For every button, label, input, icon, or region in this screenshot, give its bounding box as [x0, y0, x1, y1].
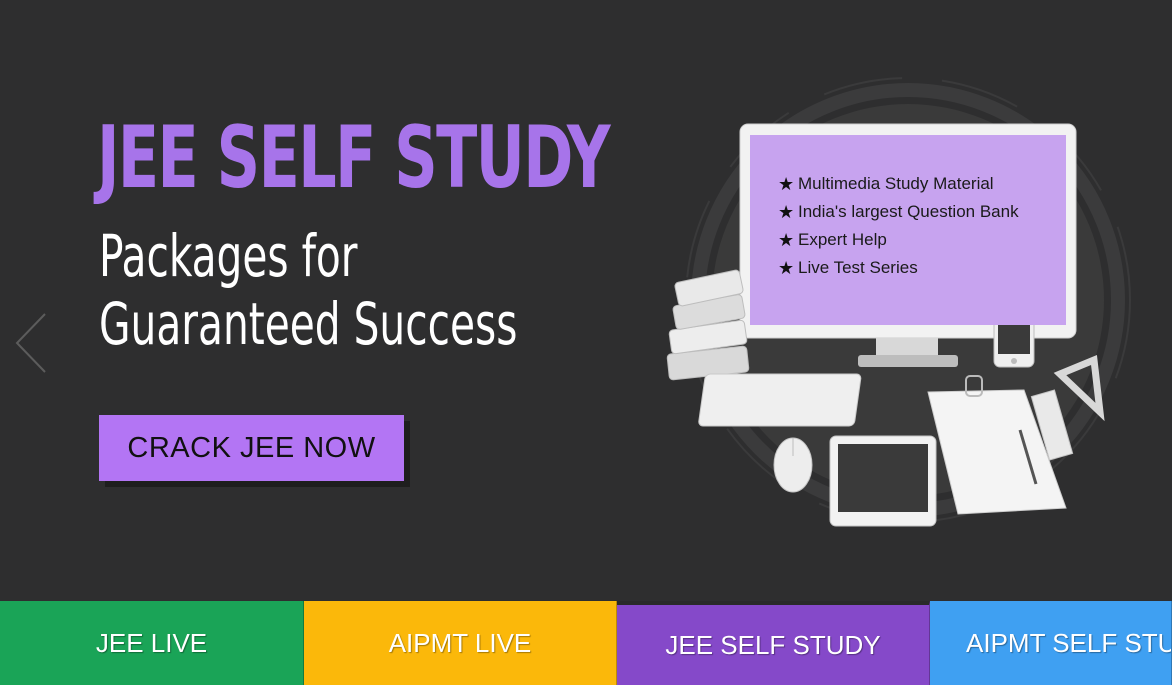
star-icon: ★ — [778, 201, 795, 222]
feature-item: ★ Expert Help — [778, 229, 887, 250]
tab-aipmt-live[interactable]: AIPMT LIVE — [304, 601, 617, 685]
hero-headline: JEE SELF STUDY — [97, 108, 611, 208]
books-icon — [666, 269, 750, 381]
tab-jee-self-study[interactable]: JEE SELF STUDY — [617, 601, 930, 685]
hero-subline: Packages for Guaranteed Success — [99, 222, 517, 358]
tab-aipmt-self-study[interactable]: AIPMT SELF STUDY — [930, 601, 1172, 685]
star-icon: ★ — [778, 257, 795, 278]
feature-item: ★ India's largest Question Bank — [778, 201, 1019, 222]
chevron-left-icon[interactable] — [14, 312, 48, 374]
crack-jee-now-button[interactable]: CRACK JEE NOW — [99, 415, 404, 481]
hero-subline-line-1: Packages for — [99, 222, 358, 290]
feature-list: ★ Multimedia Study Material ★ India's larg… — [778, 170, 1019, 282]
hero-subline-line-2: Guaranteed Success — [99, 290, 518, 358]
course-tabs: JEE LIVE AIPMT LIVE JEE SELF STUDY AIPMT… — [0, 601, 1172, 685]
keyboard-icon — [698, 373, 862, 427]
star-icon: ★ — [778, 173, 795, 194]
tablet-icon — [829, 435, 937, 527]
feature-item: ★ Multimedia Study Material — [778, 173, 994, 194]
mouse-icon — [773, 437, 813, 493]
tab-jee-live[interactable]: JEE LIVE — [0, 601, 304, 685]
feature-item: ★ Live Test Series — [778, 257, 918, 278]
hero-slider: JEE SELF STUDY Packages for Guaranteed S… — [0, 0, 1172, 601]
star-icon: ★ — [778, 229, 795, 250]
